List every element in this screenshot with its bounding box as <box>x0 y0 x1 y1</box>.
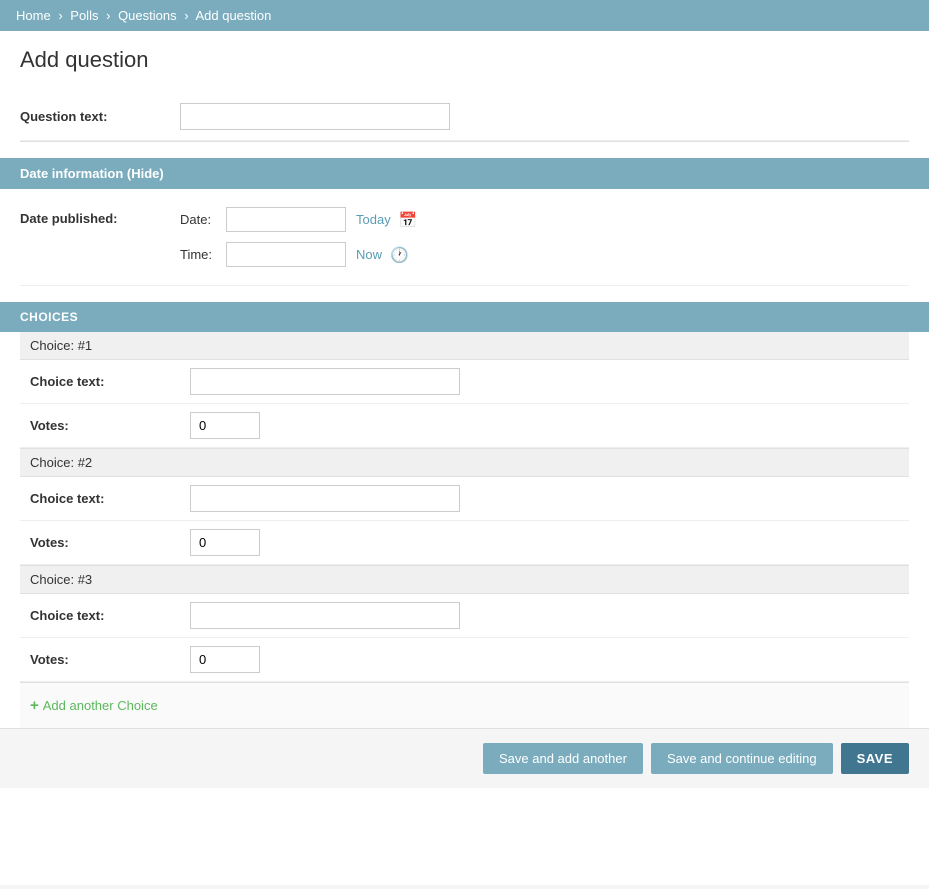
votes-label-2: Votes: <box>30 535 190 550</box>
votes-input-2[interactable] <box>190 529 260 556</box>
date-input[interactable] <box>226 207 346 232</box>
section-divider <box>20 141 909 142</box>
main-content: Add question Question text: Date informa… <box>0 31 929 885</box>
date-section-toggle[interactable]: Date information (Hide) <box>20 166 164 181</box>
votes-row-3: Votes: <box>20 638 909 682</box>
choice-title-3: Choice: #3 <box>20 566 909 594</box>
breadcrumb-home[interactable]: Home <box>16 8 51 23</box>
choice-text-input-1[interactable] <box>190 368 460 395</box>
choice-block-1: Choice: #1 Choice text: Votes: <box>20 332 909 449</box>
choice-text-row-1: Choice text: <box>20 360 909 404</box>
time-label: Time: <box>180 247 220 262</box>
question-text-row: Question text: <box>20 93 909 141</box>
choice-text-label-1: Choice text: <box>30 374 190 389</box>
save-add-another-button[interactable]: Save and add another <box>483 743 643 774</box>
votes-input-1[interactable] <box>190 412 260 439</box>
breadcrumb-sep1: › <box>58 8 62 23</box>
calendar-icon[interactable]: 📅 <box>399 211 418 229</box>
date-published-label: Date published: <box>20 207 180 226</box>
page-title: Add question <box>20 47 909 73</box>
date-section-header: Date information (Hide) <box>0 158 929 189</box>
date-inputs: Date: Today 📅 Time: Now 🕐 <box>180 207 417 267</box>
choices-header: CHOICES <box>0 302 929 332</box>
votes-row-2: Votes: <box>20 521 909 565</box>
add-another-row: + Add another Choice <box>20 683 909 728</box>
choice-text-row-3: Choice text: <box>20 594 909 638</box>
date-label: Date: <box>180 212 220 227</box>
choice-title-1: Choice: #1 <box>20 332 909 360</box>
question-text-section: Question text: <box>20 93 909 141</box>
choice-text-row-2: Choice text: <box>20 477 909 521</box>
choice-text-label-3: Choice text: <box>30 608 190 623</box>
choice-title-2: Choice: #2 <box>20 449 909 477</box>
now-link[interactable]: Now <box>356 247 382 262</box>
votes-input-3[interactable] <box>190 646 260 673</box>
breadcrumb: Home › Polls › Questions › Add question <box>0 0 929 31</box>
breadcrumb-current: Add question <box>195 8 271 23</box>
time-input[interactable] <box>226 242 346 267</box>
date-published-section: Date published: Date: Today 📅 Time: Now … <box>20 189 909 286</box>
breadcrumb-sep2: › <box>106 8 110 23</box>
votes-label-1: Votes: <box>30 418 190 433</box>
footer-bar: Save and add another Save and continue e… <box>0 728 929 788</box>
votes-row-1: Votes: <box>20 404 909 448</box>
time-row: Time: Now 🕐 <box>180 242 417 267</box>
date-published-row: Date published: Date: Today 📅 Time: Now … <box>20 199 909 275</box>
votes-label-3: Votes: <box>30 652 190 667</box>
choice-block-2: Choice: #2 Choice text: Votes: <box>20 449 909 566</box>
choice-text-label-2: Choice text: <box>30 491 190 506</box>
choices-header-text: CHOICES <box>20 310 78 324</box>
add-another-choice-link[interactable]: + Add another Choice <box>30 698 158 713</box>
save-continue-button[interactable]: Save and continue editing <box>651 743 833 774</box>
question-text-input[interactable] <box>180 103 450 130</box>
question-text-label: Question text: <box>20 109 180 124</box>
today-link[interactable]: Today <box>356 212 391 227</box>
clock-icon[interactable]: 🕐 <box>390 246 409 264</box>
choice-text-input-3[interactable] <box>190 602 460 629</box>
plus-icon: + <box>30 697 39 714</box>
breadcrumb-polls[interactable]: Polls <box>70 8 98 23</box>
save-button[interactable]: SAVE <box>841 743 909 774</box>
choice-block-3: Choice: #3 Choice text: Votes: <box>20 566 909 683</box>
choice-text-input-2[interactable] <box>190 485 460 512</box>
add-another-label: Add another Choice <box>43 698 158 713</box>
breadcrumb-questions[interactable]: Questions <box>118 8 177 23</box>
breadcrumb-sep3: › <box>184 8 188 23</box>
date-row: Date: Today 📅 <box>180 207 417 232</box>
